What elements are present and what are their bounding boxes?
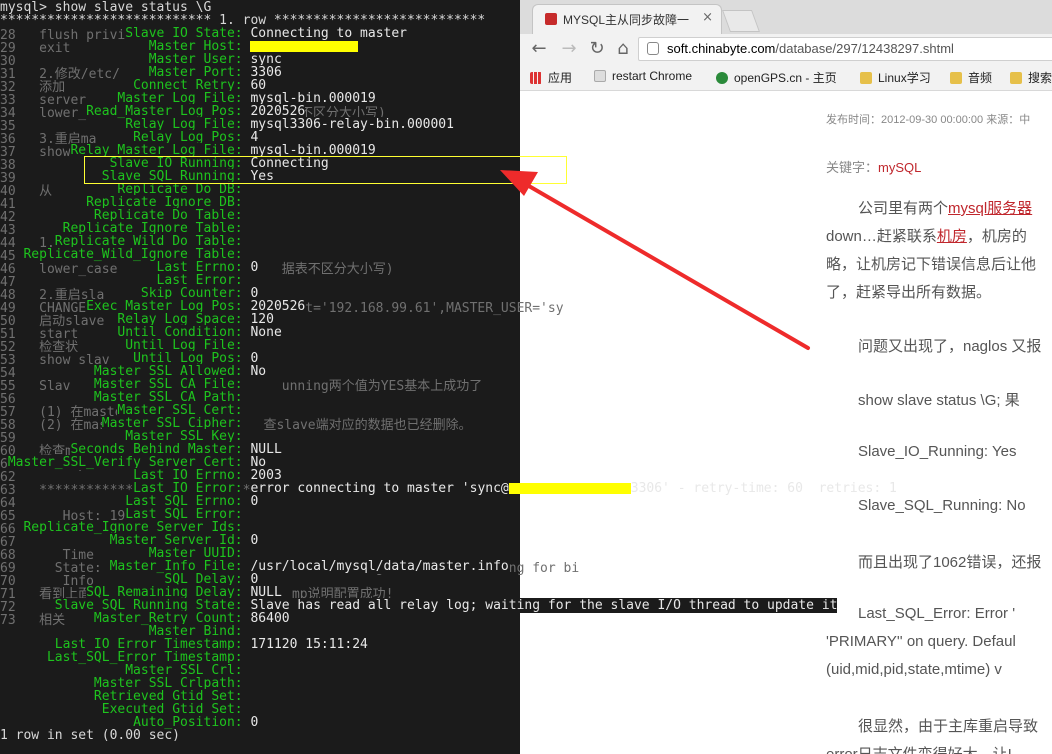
- annotation-arrow: [500, 170, 810, 350]
- arrow-shaft: [520, 180, 810, 350]
- terminal-window[interactable]: 28 flush privi 29 exit 30 31 2.修改/etc/32 添…: [0, 0, 1052, 754]
- arrow-head: [500, 170, 538, 196]
